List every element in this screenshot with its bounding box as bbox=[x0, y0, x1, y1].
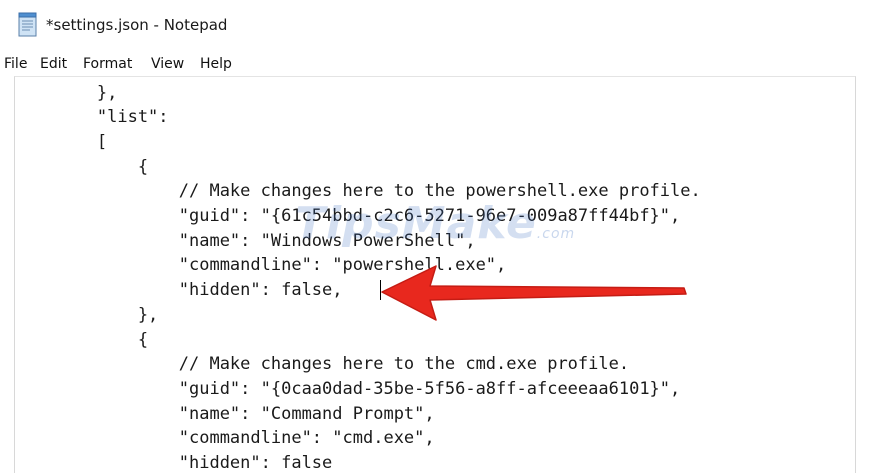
title-bar[interactable]: *settings.json - Notepad bbox=[0, 0, 870, 50]
red-arrow-icon bbox=[381, 265, 687, 321]
code-line: "commandline": "cmd.exe", bbox=[15, 428, 435, 448]
menu-edit[interactable]: Edit bbox=[40, 56, 67, 72]
code-line: "hidden": false, bbox=[15, 280, 343, 300]
menu-view[interactable]: View bbox=[151, 56, 184, 72]
menu-format[interactable]: Format bbox=[83, 56, 132, 72]
menu-file[interactable]: File bbox=[4, 56, 27, 72]
code-line: "name": "Windows PowerShell", bbox=[15, 231, 476, 251]
code-line: "list": bbox=[15, 107, 169, 127]
code-line: }, bbox=[15, 305, 159, 325]
menu-help[interactable]: Help bbox=[200, 56, 232, 72]
code-line: { bbox=[15, 157, 149, 177]
code-line: // Make changes here to the cmd.exe prof… bbox=[15, 354, 630, 374]
code-line: "name": "Command Prompt", bbox=[15, 404, 435, 424]
code-line: "guid": "{61c54bbd-c2c6-5271-96e7-009a87… bbox=[15, 206, 681, 226]
code-line: [ bbox=[15, 132, 108, 152]
code-line: }, bbox=[15, 83, 118, 103]
notepad-icon bbox=[18, 12, 37, 37]
menu-bar: File Edit Format View Help bbox=[0, 53, 870, 77]
code-line: "guid": "{0caa0dad-35be-5f56-a8ff-afceee… bbox=[15, 379, 681, 399]
window-title: *settings.json - Notepad bbox=[46, 16, 228, 34]
code-line: { bbox=[15, 330, 149, 350]
code-line: "hidden": false bbox=[15, 453, 333, 473]
code-line: // Make changes here to the powershell.e… bbox=[15, 181, 701, 201]
notepad-window: *settings.json - Notepad File Edit Forma… bbox=[0, 0, 870, 473]
